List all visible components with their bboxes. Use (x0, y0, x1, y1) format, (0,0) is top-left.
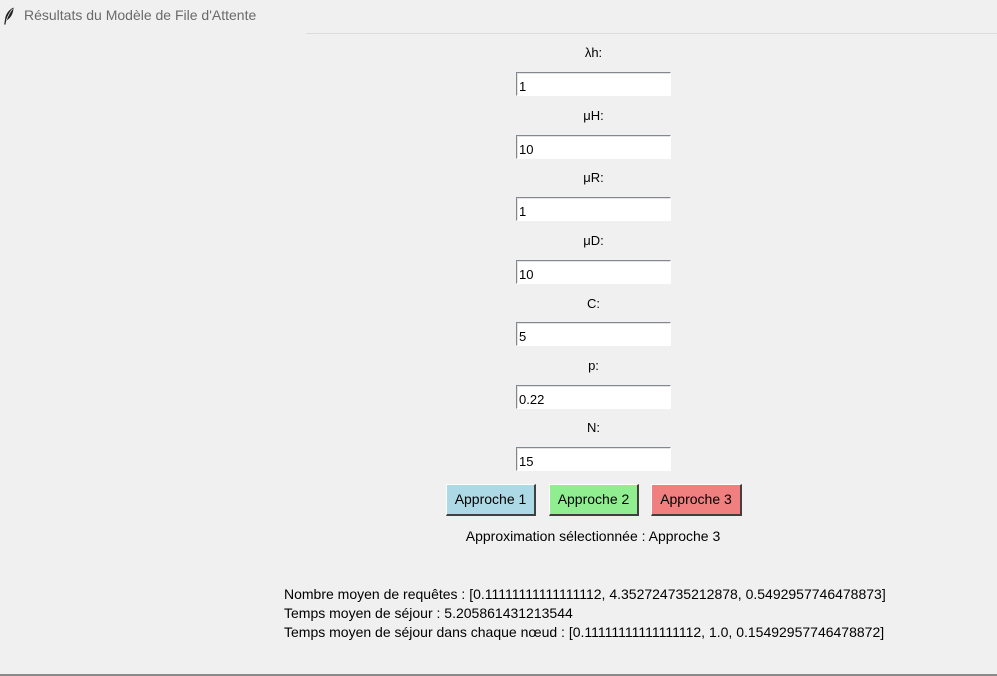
n-label: N: (587, 420, 600, 435)
approche-1-button[interactable]: Approche 1 (446, 484, 536, 516)
n-input[interactable] (516, 447, 671, 471)
feather-icon (4, 7, 14, 25)
mu-r-label: μR: (583, 170, 604, 185)
approche-2-button[interactable]: Approche 2 (549, 484, 639, 516)
window-title: Résultats du Modèle de File d'Attente (24, 7, 257, 23)
mu-d-label: μD: (583, 233, 604, 248)
mu-d-input[interactable] (516, 260, 671, 284)
lambda-h-label: λh: (584, 45, 603, 60)
results-panel: Nombre moyen de requêtes : [0.1111111111… (284, 585, 886, 642)
mu-r-input[interactable] (516, 197, 671, 221)
c-input[interactable] (516, 322, 671, 346)
temps-moyen-sejour-noeud: Temps moyen de séjour dans chaque nœud :… (284, 624, 885, 640)
titlebar-divider (306, 33, 997, 34)
p-input[interactable] (516, 385, 671, 409)
nombre-moyen-requetes: Nombre moyen de requêtes : [0.1111111111… (284, 586, 886, 602)
mu-h-label: μH: (583, 108, 604, 123)
title-bar: Résultats du Modèle de File d'Attente (0, 0, 997, 33)
mu-h-input[interactable] (516, 135, 671, 159)
temps-moyen-sejour: Temps moyen de séjour : 5.20586143121354… (284, 605, 573, 621)
c-label: C: (587, 296, 600, 311)
selected-approximation-label: Approximation sélectionnée : Approche 3 (465, 528, 721, 544)
lambda-h-input[interactable] (516, 72, 671, 96)
p-label: p: (588, 358, 599, 373)
approche-3-button[interactable]: Approche 3 (651, 484, 742, 516)
